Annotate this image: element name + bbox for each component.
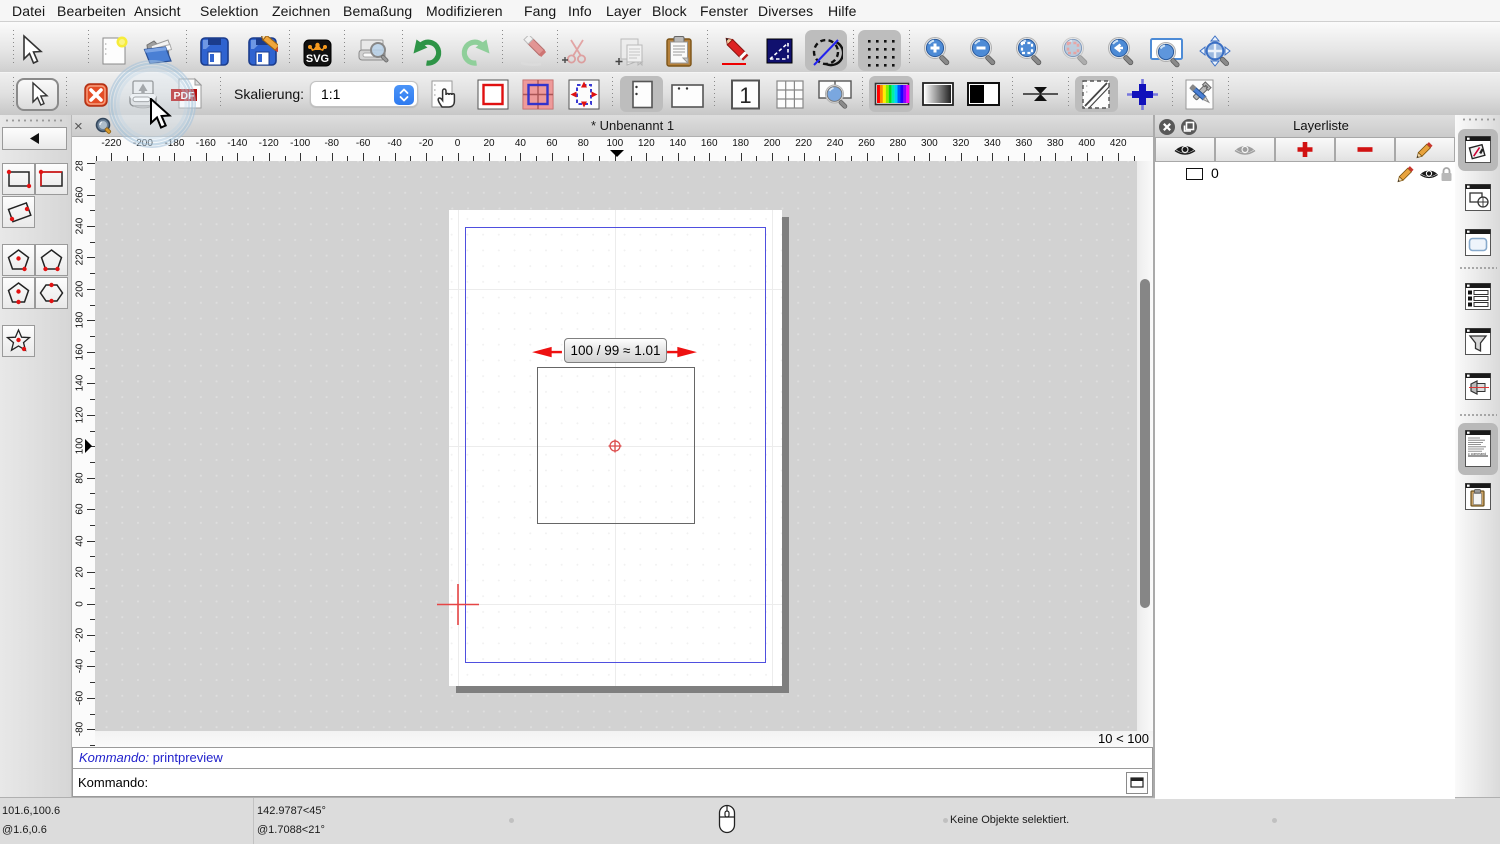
svg-text:1: 1 xyxy=(739,83,751,108)
svg-text:c command: c command xyxy=(1468,452,1486,456)
svg-text:SVG: SVG xyxy=(306,53,329,65)
